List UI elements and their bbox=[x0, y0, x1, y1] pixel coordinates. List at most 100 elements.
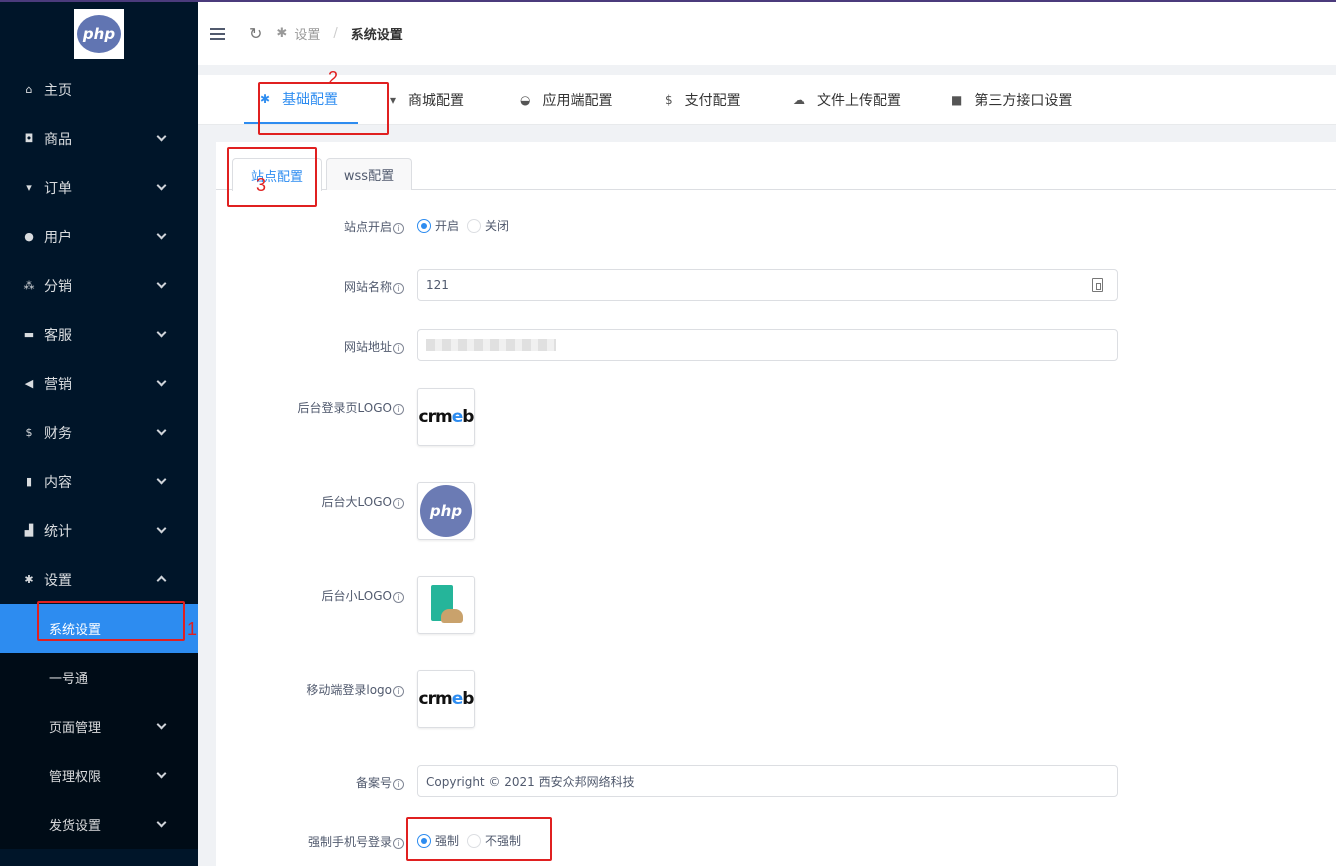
chevron-down-icon bbox=[156, 523, 167, 534]
mobile-logo-upload[interactable]: crmeb bbox=[417, 670, 475, 728]
blurred-url bbox=[426, 339, 556, 351]
small-logo-label: 后台小LOGO i bbox=[216, 587, 404, 604]
sidebar-subitem-label: 发货设置 bbox=[49, 819, 102, 834]
sidebar-subitem-shipping[interactable]: 发货设置 bbox=[0, 800, 198, 849]
label-text: 移动端登录logo bbox=[306, 683, 392, 697]
tab-label: 文件上传配置 bbox=[817, 92, 901, 109]
chevron-down-icon bbox=[156, 131, 167, 142]
sidebar-item-label: 内容 bbox=[44, 474, 72, 491]
cart-icon: ▾ bbox=[26, 181, 32, 194]
tab-upload-config[interactable]: ☁ 文件上传配置 bbox=[793, 75, 901, 124]
annotation-number-1: 1 bbox=[187, 619, 198, 639]
chevron-down-icon bbox=[156, 425, 167, 436]
dollar-icon: $ bbox=[25, 426, 33, 439]
user-icon: ● bbox=[24, 230, 34, 243]
info-icon: i bbox=[393, 498, 404, 509]
sidebar-logo[interactable]: php bbox=[0, 0, 198, 68]
sidebar-item-home[interactable]: ⌂ 主页 bbox=[0, 65, 198, 114]
sidebar-item-finance[interactable]: $ 财务 bbox=[0, 408, 198, 457]
info-icon: i bbox=[393, 404, 404, 415]
site-open-radio-group: 开启 关闭 bbox=[417, 217, 517, 234]
login-logo-upload[interactable]: crmeb bbox=[417, 388, 475, 446]
chevron-down-icon bbox=[156, 278, 167, 289]
annotation-box-1 bbox=[37, 601, 185, 641]
chevron-up-icon bbox=[156, 575, 167, 586]
sidebar-item-label: 设置 bbox=[44, 572, 72, 589]
label-text: 后台小LOGO bbox=[321, 589, 392, 603]
tab-label: 支付配置 bbox=[684, 92, 741, 109]
sub-tabs: 站点配置 wss配置 bbox=[216, 158, 1336, 191]
sidebar-item-label: 客服 bbox=[44, 327, 72, 344]
input-value: 121 bbox=[426, 278, 449, 292]
tab-payment-config[interactable]: $ 支付配置 bbox=[665, 75, 741, 124]
sidebar-item-label: 用户 bbox=[44, 229, 72, 246]
group-icon: ⁂ bbox=[23, 279, 35, 292]
sidebar-item-distribution[interactable]: ⁂ 分销 bbox=[0, 261, 198, 310]
php-logo: php bbox=[420, 485, 472, 537]
tab-wss-config[interactable]: wss配置 bbox=[326, 158, 412, 190]
tab-label: 商城配置 bbox=[408, 92, 465, 109]
site-open-radio-on[interactable]: 开启 bbox=[417, 217, 459, 234]
chevron-down-icon bbox=[156, 474, 167, 485]
info-icon: i bbox=[393, 283, 404, 294]
big-logo-label: 后台大LOGO i bbox=[216, 493, 404, 510]
small-logo-upload[interactable] bbox=[417, 576, 475, 634]
site-url-label: 网站地址 i bbox=[216, 338, 404, 355]
tab-label: 应用端配置 bbox=[542, 92, 613, 109]
sidebar-item-label: 营销 bbox=[44, 376, 72, 393]
label-text: 备案号 bbox=[355, 776, 392, 790]
force-phone-label: 强制手机号登录 i bbox=[216, 833, 404, 850]
book-icon: ▮ bbox=[25, 475, 33, 488]
sidebar-item-label: 统计 bbox=[44, 523, 72, 540]
site-url-input[interactable] bbox=[417, 329, 1118, 361]
big-logo-upload[interactable]: php bbox=[417, 482, 475, 540]
sidebar-subitem-page-management[interactable]: 页面管理 bbox=[0, 702, 198, 751]
radio-label: 开启 bbox=[435, 219, 460, 233]
annotation-number-3: 3 bbox=[256, 175, 267, 195]
chevron-down-icon bbox=[156, 229, 167, 240]
label-text: 后台登录页LOGO bbox=[297, 401, 392, 415]
dollar-icon: $ bbox=[665, 92, 673, 107]
site-open-radio-off[interactable]: 关闭 bbox=[467, 217, 509, 234]
sidebar-subitem-yihaotong[interactable]: 一号通 bbox=[0, 653, 198, 702]
refresh-icon[interactable]: ↻ bbox=[249, 24, 262, 43]
breadcrumb-settings[interactable]: 设置 bbox=[294, 24, 320, 43]
sidebar-subitem-permissions[interactable]: 管理权限 bbox=[0, 751, 198, 800]
icp-input[interactable]: Copyright © 2021 西安众邦网络科技 bbox=[417, 765, 1118, 797]
label-text: 网站名称 bbox=[343, 280, 392, 294]
header: ↻ ✱ 设置 / 系统设置 bbox=[198, 2, 1336, 65]
sidebar-item-marketing[interactable]: ◀ 营销 bbox=[0, 359, 198, 408]
home-icon: ⌂ bbox=[25, 83, 33, 96]
dashboard-icon: ◒ bbox=[520, 92, 531, 107]
label-text: 网站地址 bbox=[343, 340, 392, 354]
tab-third-party-config[interactable]: ■ 第三方接口设置 bbox=[951, 75, 1072, 124]
settings-card: 站点配置 wss配置 站点开启 i 开启 关闭 网站名称 i 121 网站地址 i 后… bbox=[216, 142, 1336, 866]
cart-icon: ▾ bbox=[390, 92, 397, 107]
login-logo-label: 后台登录页LOGO i bbox=[216, 399, 404, 416]
sidebar: php ⌂ 主页 ◘ 商品 ▾ 订单 ● 用户 ⁂ 分销 ▬ 客服 ◀ 营销 $… bbox=[0, 0, 198, 866]
site-name-input[interactable]: 121 bbox=[417, 269, 1118, 301]
sidebar-item-service[interactable]: ▬ 客服 bbox=[0, 310, 198, 359]
sidebar-item-label: 财务 bbox=[44, 425, 72, 442]
icp-label: 备案号 i bbox=[216, 774, 404, 791]
chevron-down-icon bbox=[156, 180, 167, 191]
sidebar-item-settings[interactable]: ✱ 设置 bbox=[0, 555, 198, 604]
clipboard-icon[interactable] bbox=[1092, 278, 1103, 292]
sidebar-item-label: 商品 bbox=[44, 131, 72, 148]
info-icon: i bbox=[393, 223, 404, 234]
sidebar-item-orders[interactable]: ▾ 订单 bbox=[0, 163, 198, 212]
sidebar-item-statistics[interactable]: ▟ 统计 bbox=[0, 506, 198, 555]
tab-mall-config[interactable]: ▾ 商城配置 bbox=[390, 75, 464, 124]
sidebar-item-goods[interactable]: ◘ 商品 bbox=[0, 114, 198, 163]
sidebar-item-content[interactable]: ▮ 内容 bbox=[0, 457, 198, 506]
breadcrumb-separator: / bbox=[333, 26, 338, 41]
chevron-down-icon bbox=[156, 719, 167, 730]
radio-label: 关闭 bbox=[485, 219, 510, 233]
tab-app-config[interactable]: ◒ 应用端配置 bbox=[520, 75, 612, 124]
site-open-label: 站点开启 i bbox=[216, 218, 404, 235]
menu-toggle-icon[interactable] bbox=[210, 27, 226, 40]
sidebar-item-users[interactable]: ● 用户 bbox=[0, 212, 198, 261]
sidebar-subitem-label: 管理权限 bbox=[49, 770, 102, 785]
tab-label: 第三方接口设置 bbox=[974, 92, 1073, 109]
sidebar-item-label: 订单 bbox=[44, 180, 72, 197]
